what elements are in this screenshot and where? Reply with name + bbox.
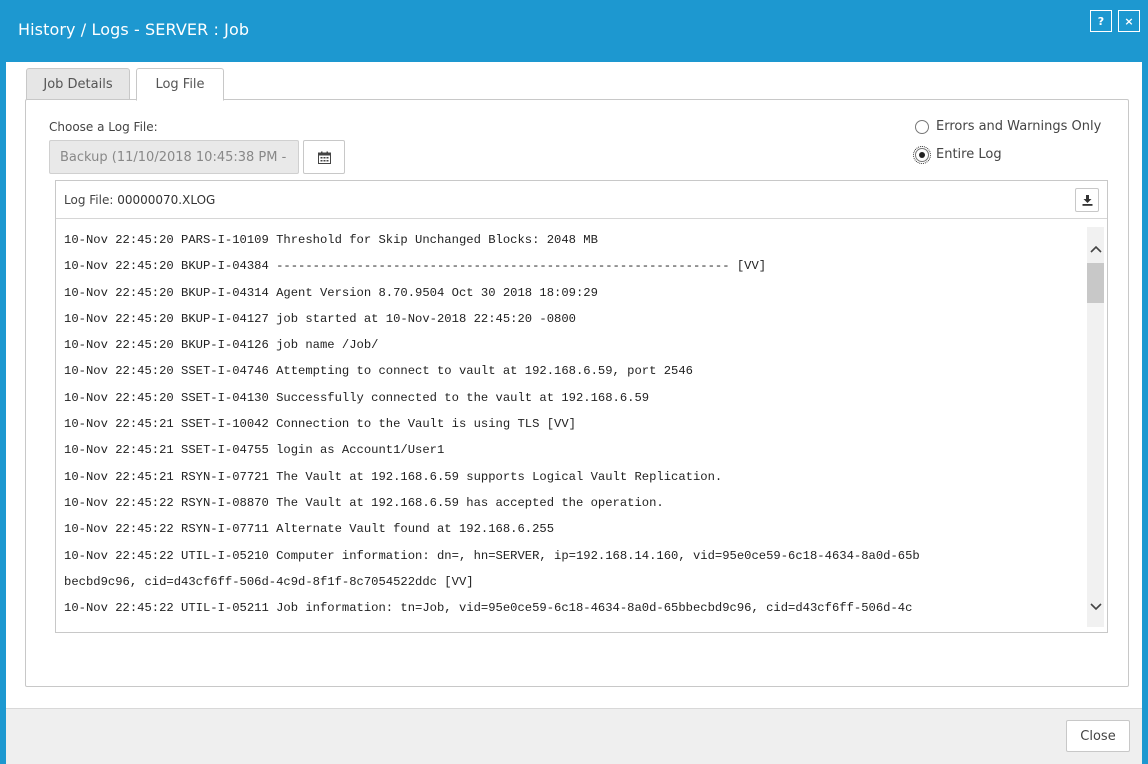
log-line: 10-Nov 22:45:21 SSET-I-04755 login as Ac… bbox=[64, 443, 445, 458]
log-line: 10-Nov 22:45:22 UTIL-I-05210 Computer in… bbox=[64, 548, 920, 563]
scroll-thumb[interactable] bbox=[1087, 263, 1104, 303]
calendar-button[interactable] bbox=[303, 140, 345, 174]
log-line: 10-Nov 22:45:20 BKUP-I-04314 Agent Versi… bbox=[64, 285, 598, 300]
log-file-prefix: Log File: bbox=[64, 193, 114, 207]
dialog-titlebar: History / Logs - SERVER : Job ? × bbox=[0, 0, 1148, 62]
dialog-footer: Close bbox=[6, 708, 1142, 764]
log-content: 10-Nov 22:45:20 PARS-I-10109 Threshold f… bbox=[64, 227, 1084, 627]
chevron-up-icon bbox=[1089, 245, 1102, 253]
scroll-up-button[interactable] bbox=[1087, 239, 1104, 259]
log-line: 10-Nov 22:45:21 RSYN-I-07721 The Vault a… bbox=[64, 469, 723, 484]
log-file-name: 00000070.XLOG bbox=[117, 193, 216, 207]
close-button[interactable]: Close bbox=[1066, 720, 1130, 752]
log-file-name-label: Log File: 00000070.XLOG bbox=[64, 193, 215, 207]
log-line: 10-Nov 22:45:20 SSET-I-04746 Attempting … bbox=[64, 364, 693, 379]
log-line: 10-Nov 22:45:20 BKUP-I-04127 job started… bbox=[64, 311, 576, 326]
calendar-icon bbox=[317, 151, 331, 164]
log-line: 10-Nov 22:45:22 RSYN-I-07711 Alternate V… bbox=[64, 522, 555, 537]
close-window-button[interactable]: × bbox=[1118, 10, 1140, 32]
log-line: 10-Nov 22:45:20 BKUP-I-04384 -----------… bbox=[64, 259, 767, 274]
log-line: 10-Nov 22:45:22 UTIL-I-05211 Job informa… bbox=[64, 601, 913, 616]
log-file-select[interactable]: Backup (11/10/2018 10:45:38 PM - bbox=[49, 140, 299, 174]
log-line: 10-Nov 22:45:21 SSET-I-10042 Connection … bbox=[64, 417, 576, 432]
radio-errors-warnings-indicator[interactable] bbox=[915, 119, 929, 134]
scroll-down-button[interactable] bbox=[1087, 597, 1104, 617]
log-scrollbar[interactable] bbox=[1087, 227, 1104, 627]
chevron-down-icon bbox=[1089, 603, 1102, 611]
tab-log-file[interactable]: Log File bbox=[136, 68, 224, 101]
radio-errors-warnings[interactable]: Errors and Warnings Only bbox=[915, 119, 1101, 134]
download-button[interactable] bbox=[1075, 188, 1099, 212]
radio-errors-warnings-label: Errors and Warnings Only bbox=[936, 119, 1102, 134]
log-line: 10-Nov 22:45:20 BKUP-I-04126 job name /J… bbox=[64, 338, 379, 353]
dialog-title: History / Logs - SERVER : Job bbox=[18, 20, 250, 39]
log-viewer: Log File: 00000070.XLOG 10-Nov 22:45:20 … bbox=[55, 180, 1108, 633]
radio-entire-log-indicator[interactable] bbox=[913, 145, 931, 164]
tab-job-details[interactable]: Job Details bbox=[26, 68, 130, 100]
log-line: becbd9c96, cid=d43cf6ff-506d-4c9d-8f1f-8… bbox=[64, 574, 474, 589]
log-line: 10-Nov 22:45:22 RSYN-I-08870 The Vault a… bbox=[64, 495, 664, 510]
log-viewer-header: Log File: 00000070.XLOG bbox=[56, 181, 1107, 219]
download-icon bbox=[1082, 194, 1092, 206]
radio-entire-log-label: Entire Log bbox=[936, 147, 1002, 162]
choose-log-file-label: Choose a Log File: bbox=[49, 120, 158, 134]
history-logs-dialog: History / Logs - SERVER : Job ? × Job De… bbox=[0, 0, 1148, 764]
log-line: 10-Nov 22:45:20 SSET-I-04130 Successfull… bbox=[64, 390, 650, 405]
log-line: 10-Nov 22:45:20 PARS-I-10109 Threshold f… bbox=[64, 233, 598, 247]
help-button[interactable]: ? bbox=[1090, 10, 1112, 32]
radio-entire-log[interactable]: Entire Log bbox=[913, 145, 1002, 164]
log-line: 9d-8f1f-8c7054522ddc, tid=06edd0b7-7140-… bbox=[64, 621, 1084, 627]
log-file-panel: Choose a Log File: Backup (11/10/2018 10… bbox=[25, 99, 1129, 687]
